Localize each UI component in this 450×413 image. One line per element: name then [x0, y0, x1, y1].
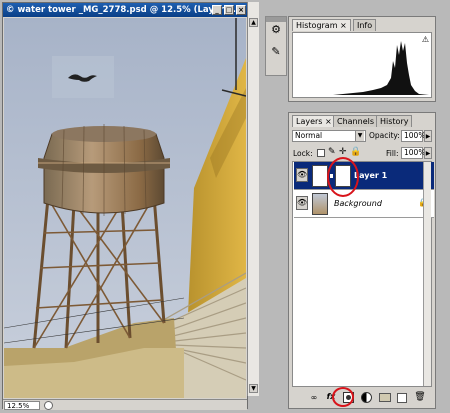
- tab-layers[interactable]: Layers ×: [292, 115, 336, 127]
- tool-strip-grip[interactable]: [266, 17, 286, 22]
- status-menu-icon[interactable]: [44, 401, 53, 410]
- zoom-field[interactable]: 12.5%: [4, 401, 40, 410]
- scroll-up-arrow-icon[interactable]: ▲: [249, 18, 258, 27]
- adjustment-layer-icon[interactable]: [361, 392, 372, 403]
- tab-histogram[interactable]: Histogram ×: [292, 19, 351, 31]
- brush-icon[interactable]: ✎: [269, 46, 283, 61]
- opacity-label: Opacity:: [369, 131, 400, 140]
- blend-mode-select[interactable]: Normal ▼: [292, 130, 366, 142]
- tool-strip: ⚙ ✎: [265, 16, 287, 76]
- opacity-input[interactable]: 100%: [401, 130, 425, 142]
- layers-scrollbar[interactable]: [423, 162, 431, 386]
- layer-row-layer-1[interactable]: 👁 Layer 1: [294, 162, 434, 190]
- lock-label: Lock:: [293, 149, 313, 158]
- document-title-bar[interactable]: © water tower _MG_2778.psd @ 12.5% (Laye…: [3, 3, 247, 17]
- tab-info[interactable]: Info: [353, 19, 377, 31]
- vertical-scrollbar[interactable]: ▲ ▼: [247, 2, 259, 396]
- histogram-graph: [295, 41, 429, 95]
- document-title: © water tower _MG_2778.psd @ 12.5% (Laye…: [6, 5, 243, 15]
- tab-history[interactable]: History: [376, 115, 413, 127]
- image-canvas[interactable]: [4, 18, 246, 398]
- tab-histogram-label: Histogram: [296, 21, 338, 30]
- document-status-bar: 12.5%: [3, 399, 247, 410]
- visibility-eye-icon[interactable]: 👁: [296, 196, 308, 210]
- fill-input[interactable]: 100%: [401, 147, 425, 159]
- tab-channels[interactable]: Channels: [333, 115, 379, 127]
- history-brush-icon[interactable]: ⚙: [269, 24, 283, 39]
- layer-thumbnail[interactable]: [312, 165, 328, 187]
- chevron-down-icon[interactable]: ▼: [355, 131, 364, 141]
- tab-layers-label: Layers: [296, 117, 323, 126]
- mask-highlight-circle: [327, 157, 359, 197]
- histogram-palette: Histogram × Info ⚠: [288, 16, 436, 102]
- layers-bottom-toolbar: ∞ fx 🗑: [292, 391, 432, 405]
- new-layer-icon[interactable]: [397, 393, 407, 403]
- water-tower-photo: [4, 18, 246, 398]
- group-icon[interactable]: [379, 393, 391, 402]
- lock-transparent-icon[interactable]: [317, 149, 325, 157]
- fill-arrow-icon[interactable]: ▶: [424, 147, 432, 159]
- scroll-down-arrow-icon[interactable]: ▼: [249, 384, 258, 393]
- fill-label: Fill:: [386, 149, 399, 158]
- document-window: © water tower _MG_2778.psd @ 12.5% (Laye…: [2, 2, 248, 410]
- histogram-display: ⚠: [292, 32, 432, 98]
- delete-layer-icon[interactable]: 🗑: [414, 392, 426, 402]
- layer-thumbnail[interactable]: [312, 193, 328, 215]
- blend-mode-value: Normal: [295, 131, 323, 140]
- layer-name[interactable]: Background: [334, 199, 382, 208]
- lock-image-icon[interactable]: ✎: [328, 147, 336, 157]
- lock-position-icon[interactable]: ✛: [339, 147, 347, 157]
- add-mask-highlight-circle: [332, 387, 354, 407]
- warning-icon[interactable]: ⚠: [422, 35, 429, 44]
- layers-list: 👁 Layer 1 👁 Background 🔒: [292, 161, 434, 387]
- layers-palette: Layers × Channels History Normal ▼ Opaci…: [288, 112, 436, 409]
- layer-row-background[interactable]: 👁 Background 🔒: [294, 190, 434, 218]
- opacity-arrow-icon[interactable]: ▶: [424, 130, 432, 142]
- close-button[interactable]: ×: [236, 5, 246, 15]
- link-layers-icon[interactable]: ∞: [308, 393, 320, 403]
- visibility-eye-icon[interactable]: 👁: [296, 168, 308, 182]
- minimize-button[interactable]: _: [212, 5, 222, 15]
- lock-all-icon[interactable]: 🔒: [350, 147, 361, 157]
- maximize-button[interactable]: □: [224, 5, 234, 15]
- close-tab-icon[interactable]: ×: [340, 21, 347, 30]
- close-tab-icon[interactable]: ×: [325, 117, 332, 126]
